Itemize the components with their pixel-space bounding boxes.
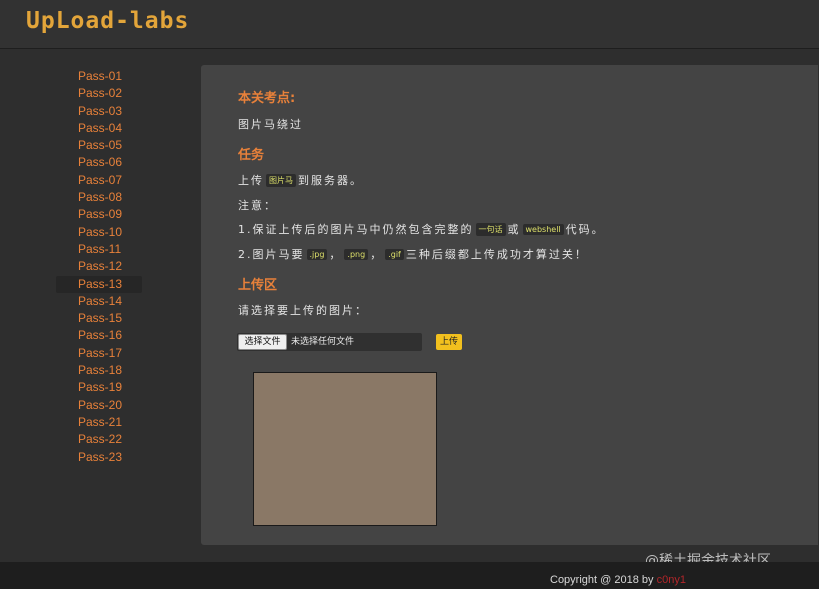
sidebar-item-pass-20[interactable]: Pass-20 [56,397,142,414]
ext-gif: .gif [385,249,404,260]
note1-mid: 或 [507,223,521,236]
sidebar-item-pass-01[interactable]: Pass-01 [56,68,142,85]
ext-jpg: .jpg [306,249,328,260]
sidebar-item-pass-06[interactable]: Pass-06 [56,154,142,171]
sidebar-item-pass-03[interactable]: Pass-03 [56,103,142,120]
sidebar-item-pass-02[interactable]: Pass-02 [56,85,142,102]
section-title-task: 任务 [238,148,265,163]
upload-button[interactable]: 上传 [436,334,462,350]
choose-file-button[interactable]: 选择文件 [238,334,287,350]
header: UpLoad-labs [0,0,819,49]
sidebar-item-pass-17[interactable]: Pass-17 [56,345,142,362]
note-label: 注意： [238,199,277,212]
note2-post: 三种后缀都上传成功才算过关！ [405,248,588,261]
sidebar-item-pass-15[interactable]: Pass-15 [56,310,142,327]
sidebar-item-pass-10[interactable]: Pass-10 [56,224,142,241]
task-line: 上传 图片马 到服务器。 [238,172,363,188]
task-pre: 上传 [238,174,264,187]
sidebar-item-pass-11[interactable]: Pass-11 [56,241,142,258]
note1-pre: 1.保证上传后的图片马中仍然包含完整的 [238,223,474,236]
note1-code-webshell: webshell [522,224,564,235]
sidebar-item-pass-13[interactable]: Pass-13 [56,275,142,293]
author-link[interactable]: c0ny1 [657,574,686,586]
sidebar-item-pass-19[interactable]: Pass-19 [56,379,142,396]
note1-post: 代码。 [565,223,605,236]
note2-sep-1: ， [329,248,343,261]
sidebar-item-pass-05[interactable]: Pass-05 [56,137,142,154]
main-panel: 本关考点: 图片马绕过 任务 上传 图片马 到服务器。 注意： 1.保证上传后的图片… [201,65,818,545]
no-file-label: 未选择任何文件 [291,337,355,347]
sidebar-item-pass-23[interactable]: Pass-23 [56,449,142,466]
sidebar-item-pass-18[interactable]: Pass-18 [56,362,142,379]
file-input[interactable]: 选择文件 未选择任何文件 [237,333,422,351]
note2-sep-2: ， [370,248,384,261]
task-post: 到服务器。 [298,174,363,187]
note-line-2: 2.图片马要 .jpg， .png， .gif 三种后缀都上传成功才算过关！ [238,246,588,262]
note2-pre: 2.图片马要 [238,248,305,261]
sidebar-item-pass-16[interactable]: Pass-16 [56,327,142,344]
task-code: 图片马 [266,174,296,187]
site-logo[interactable]: UpLoad-labs [26,8,189,34]
sidebar-item-pass-08[interactable]: Pass-08 [56,189,142,206]
sidebar-item-pass-22[interactable]: Pass-22 [56,431,142,448]
sidebar-nav: Pass-01 Pass-02 Pass-03 Pass-04 Pass-05 Pass-… [56,68,142,466]
sidebar-item-pass-09[interactable]: Pass-09 [56,206,142,223]
note1-code-oneliner: 一句话 [475,223,506,236]
footer: Copyright @ 2018 by c0ny1 [0,562,819,589]
ext-png: .png [344,249,369,260]
select-prompt: 请选择要上传的图片： [238,304,368,317]
copyright-line: Copyright @ 2018 by c0ny1 [550,574,686,586]
copyright-text: Copyright @ 2018 by [550,574,654,586]
sidebar-item-pass-14[interactable]: Pass-14 [56,293,142,310]
sidebar-item-pass-07[interactable]: Pass-07 [56,172,142,189]
section-title-upload: 上传区 [238,278,278,293]
points-text: 图片马绕过 [238,118,303,131]
image-preview [253,372,437,526]
sidebar-item-pass-12[interactable]: Pass-12 [56,258,142,275]
note-line-1: 1.保证上传后的图片马中仍然包含完整的 一句话或 webshell 代码。 [238,221,605,237]
sidebar-item-pass-21[interactable]: Pass-21 [56,414,142,431]
sidebar-item-pass-04[interactable]: Pass-04 [56,120,142,137]
section-title-points: 本关考点: [238,91,296,106]
